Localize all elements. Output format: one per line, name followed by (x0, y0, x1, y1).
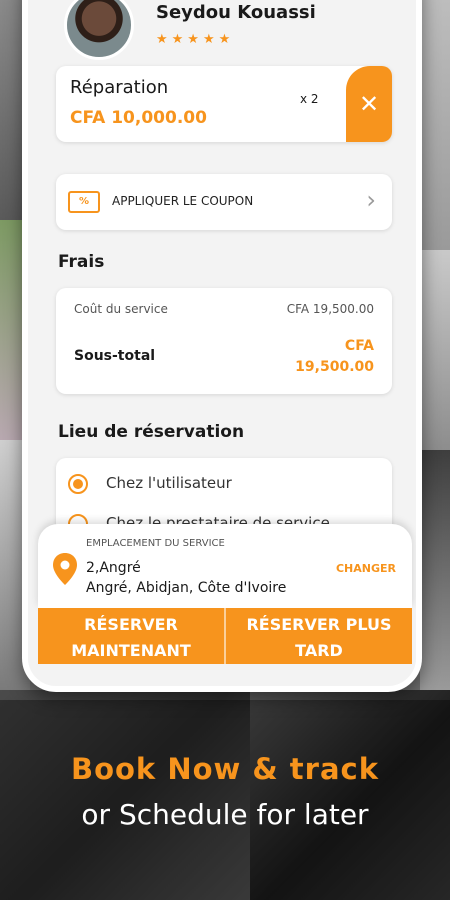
location-pin-icon (53, 553, 77, 585)
address-line-2: Angré, Abidjan, Côte d'Ivoire (86, 580, 287, 596)
booking-location-title: Lieu de réservation (58, 422, 245, 442)
address-line-1: 2,Angré (86, 560, 141, 576)
provider-name: Seydou Kouassi (156, 2, 316, 23)
service-price: CFA 10,000.00 (70, 108, 207, 128)
subtotal-label: Sous-total (74, 348, 156, 364)
background-photo (420, 250, 450, 450)
provider-header: Seydou Kouassi ★★★★★ (60, 0, 400, 62)
slogan-headline: Book Now & track (70, 752, 379, 786)
service-quantity: x 2 (300, 92, 319, 106)
close-icon: ✕ (358, 90, 380, 118)
fees-title: Frais (58, 252, 105, 272)
booking-screen: Seydou Kouassi ★★★★★ Réparation CFA 10,0… (28, 0, 416, 686)
action-bar: RÉSERVER MAINTENANT RÉSERVER PLUS TARD (38, 608, 412, 664)
radio-selected-icon[interactable] (68, 474, 88, 494)
service-location-sheet: EMPLACEMENT DU SERVICE 2,Angré Angré, Ab… (38, 524, 412, 608)
service-name: Réparation (70, 77, 169, 98)
background-photo (420, 450, 450, 700)
remove-service-button[interactable]: ✕ (346, 66, 392, 142)
service-cost-value: CFA 19,500.00 (286, 302, 374, 316)
subtotal-value: CFA 19,500.00 (295, 338, 374, 375)
location-option-label: Chez l'utilisateur (106, 474, 232, 492)
service-card: Réparation CFA 10,000.00 x 2 ✕ (56, 66, 392, 142)
service-cost-label: Coût du service (74, 302, 168, 316)
apply-coupon-button[interactable]: % APPLIQUER LE COUPON › (56, 174, 392, 230)
phone-frame: Seydou Kouassi ★★★★★ Réparation CFA 10,0… (22, 0, 422, 692)
rating-stars: ★★★★★ (156, 32, 235, 47)
fees-card: Coût du service CFA 19,500.00 Sous-total… (56, 288, 392, 394)
slogan-subline: or Schedule for later (81, 798, 369, 831)
background-photo (420, 0, 450, 250)
avatar (64, 0, 134, 60)
book-now-button[interactable]: RÉSERVER MAINTENANT (38, 608, 224, 664)
service-location-header: EMPLACEMENT DU SERVICE (86, 538, 225, 549)
coupon-label: APPLIQUER LE COUPON (112, 194, 254, 208)
location-option-user[interactable]: Chez l'utilisateur (68, 472, 388, 498)
coupon-icon: % (68, 191, 100, 213)
chevron-right-icon: › (366, 186, 376, 214)
change-address-button[interactable]: CHANGER (336, 562, 396, 575)
book-later-button[interactable]: RÉSERVER PLUS TARD (226, 608, 412, 664)
